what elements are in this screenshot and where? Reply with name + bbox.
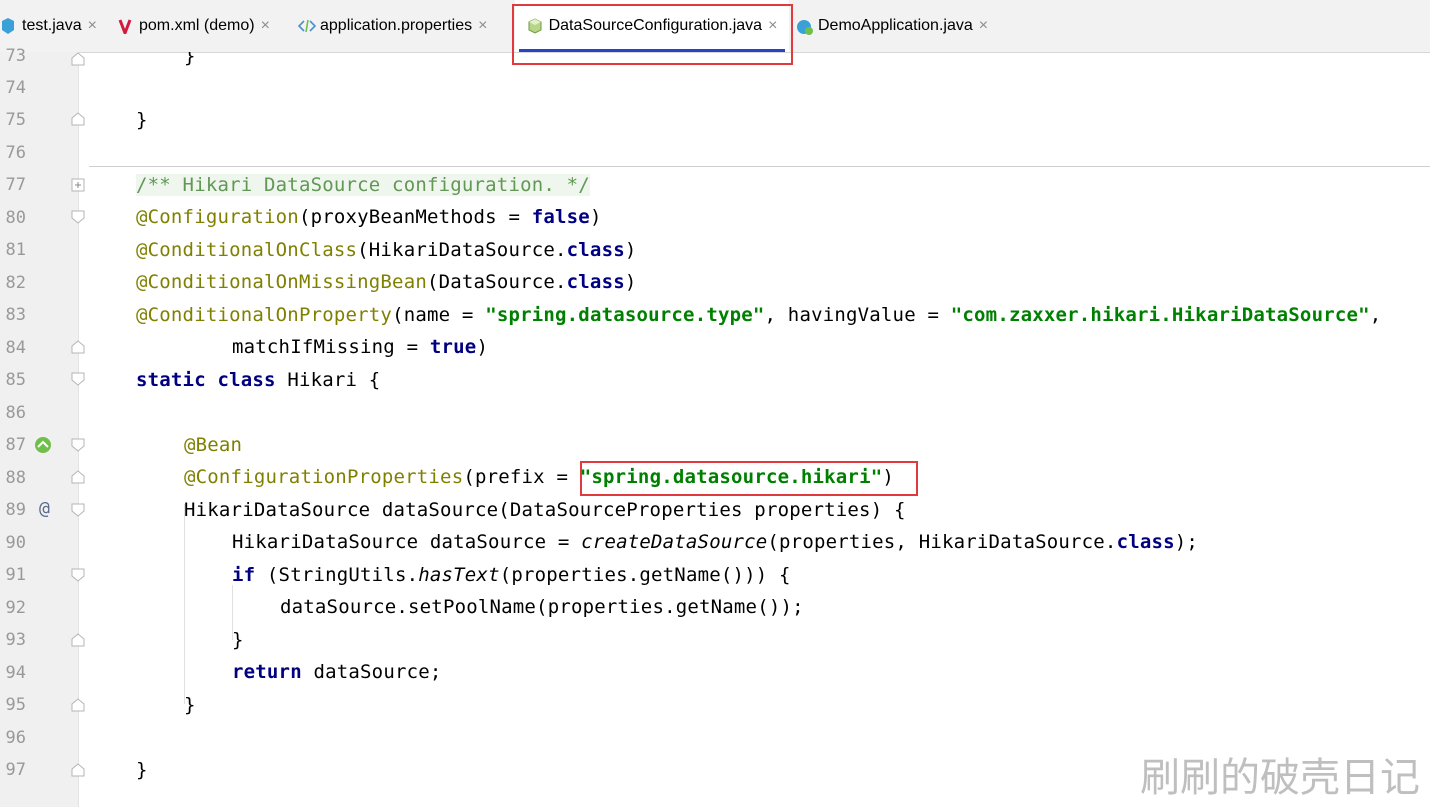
code-line: HikariDataSource dataSource(DataSourcePr… — [184, 499, 906, 521]
spring-bean-icon[interactable] — [33, 435, 53, 459]
line-number: 74 — [5, 78, 26, 98]
code-editor[interactable]: } } /** Hikari DataSource configuration.… — [79, 52, 1430, 807]
code-line: static class Hikari { — [136, 369, 381, 391]
line-number: 85 — [5, 370, 26, 390]
java-class-icon — [0, 18, 16, 34]
indent-guide — [184, 504, 185, 704]
line-number: 83 — [5, 305, 26, 325]
line-number: 88 — [5, 468, 26, 488]
code-line: matchIfMissing = true) — [232, 336, 489, 358]
maven-icon — [117, 18, 133, 38]
code-line: } — [136, 109, 148, 131]
line-number: 91 — [5, 565, 26, 585]
tab-label: application.properties — [320, 17, 473, 34]
code-line: dataSource.setPoolName(properties.getNam… — [280, 596, 804, 618]
close-icon[interactable]: × — [979, 17, 988, 35]
code-line: @ConditionalOnProperty(name = "spring.da… — [136, 304, 1382, 326]
watermark-text: 刷刷的破壳日记 — [1140, 755, 1420, 801]
line-number: 86 — [5, 403, 26, 423]
line-number: 90 — [5, 533, 26, 553]
code-line: if (StringUtils.hasText(properties.getNa… — [232, 564, 791, 586]
tab-demo-application[interactable]: DemoApplication.java × — [796, 0, 988, 52]
override-marker-icon[interactable]: @ — [39, 498, 50, 519]
tab-test-java[interactable]: test.java × — [0, 0, 97, 52]
line-number: 97 — [5, 760, 26, 780]
code-line: } — [184, 52, 196, 67]
close-icon[interactable]: × — [261, 17, 270, 35]
line-number: 95 — [5, 695, 26, 715]
line-number: 81 — [5, 240, 26, 260]
close-icon[interactable]: × — [478, 17, 487, 35]
line-number: 89 — [5, 500, 26, 520]
line-number-gutter: 73 74 75 76 77 80 81 82 83 84 85 86 87 8… — [0, 46, 85, 807]
code-line: @ConditionalOnClass(HikariDataSource.cla… — [136, 239, 637, 261]
code-line: return dataSource; — [232, 661, 442, 683]
properties-file-icon — [297, 18, 317, 34]
method-separator — [89, 166, 1430, 167]
line-number: 76 — [5, 143, 26, 163]
close-icon[interactable]: × — [88, 17, 97, 35]
tab-application-properties[interactable]: application.properties × — [297, 0, 487, 52]
code-line: @Configuration(proxyBeanMethods = false) — [136, 206, 602, 228]
doc-comment: /** Hikari DataSource configuration. */ — [136, 174, 590, 196]
code-line: /** Hikari DataSource configuration. */ — [136, 172, 590, 198]
line-number: 92 — [5, 598, 26, 618]
line-number: 96 — [5, 728, 26, 748]
tab-label: DemoApplication.java — [818, 17, 973, 34]
line-number: 73 — [5, 46, 26, 66]
line-number: 75 — [5, 110, 26, 130]
code-line: HikariDataSource dataSource = createData… — [232, 531, 1199, 553]
spring-boot-class-icon — [796, 18, 813, 35]
code-line: } — [136, 759, 148, 781]
code-line: @ConditionalOnMissingBean(DataSource.cla… — [136, 271, 637, 293]
code-line: } — [184, 694, 196, 716]
line-number: 82 — [5, 273, 26, 293]
line-number: 93 — [5, 630, 26, 650]
line-number: 80 — [5, 208, 26, 228]
tab-label: pom.xml (demo) — [139, 17, 255, 34]
code-line: } — [232, 629, 244, 651]
line-number: 84 — [5, 338, 26, 358]
line-number: 87 — [5, 435, 26, 455]
code-line: @Bean — [184, 434, 243, 456]
tab-label: test.java — [22, 17, 82, 34]
line-number: 94 — [5, 663, 26, 683]
prefix-highlight-box — [580, 461, 918, 496]
line-number: 77 — [5, 175, 26, 195]
tab-pom-xml[interactable]: pom.xml (demo) × — [117, 0, 270, 52]
